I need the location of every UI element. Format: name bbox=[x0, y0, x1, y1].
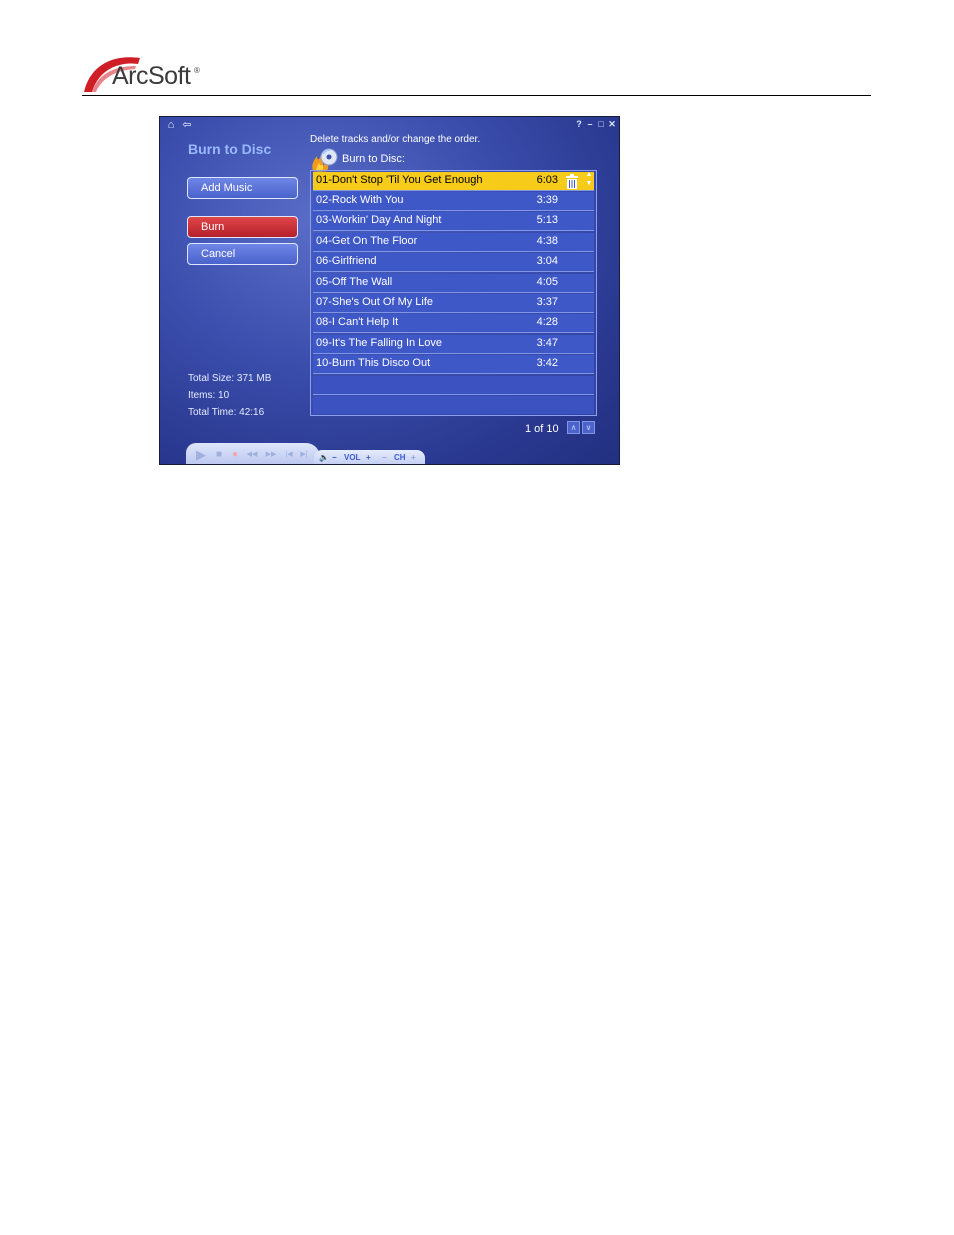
track-row[interactable]: 05-Off The Wall 4:05 bbox=[313, 274, 594, 293]
track-row[interactable]: 09-It's The Falling In Love 3:47 bbox=[313, 335, 594, 354]
total-time-text: Total Time: 42:16 bbox=[188, 407, 265, 418]
track-row-selected[interactable]: 01-Don't Stop 'Til You Get Enough 6:03 bbox=[313, 172, 594, 191]
items-count-text: Items: 10 bbox=[188, 390, 230, 401]
track-row[interactable]: 06-Girlfriend 3:04 bbox=[313, 253, 594, 272]
instruction-text: Delete tracks and/or change the order. bbox=[310, 134, 481, 145]
track-row[interactable]: 07-She's Out Of My Life 3:37 bbox=[313, 294, 594, 313]
track-row[interactable]: 03-Workin' Day And Night 5:13 bbox=[313, 212, 594, 231]
header-divider bbox=[82, 95, 871, 96]
track-name: 08-I Can't Help It bbox=[316, 316, 399, 328]
track-list: 01-Don't Stop 'Til You Get Enough 6:03 0… bbox=[310, 170, 597, 416]
track-time: 3:39 bbox=[536, 194, 558, 206]
track-name: 03-Workin' Day And Night bbox=[316, 214, 442, 226]
minimize-icon[interactable]: – bbox=[585, 118, 595, 130]
channel-down-button[interactable]: − bbox=[382, 452, 387, 464]
page-title: Burn to Disc bbox=[188, 141, 272, 157]
back-arrow-icon[interactable]: ⇦ bbox=[179, 118, 195, 132]
track-name: 06-Girlfriend bbox=[316, 255, 377, 267]
stop-icon[interactable]: ■ bbox=[214, 448, 224, 462]
track-name: 01-Don't Stop 'Til You Get Enough bbox=[316, 174, 483, 186]
volume-down-button[interactable]: − bbox=[332, 452, 337, 464]
track-time: 3:37 bbox=[536, 296, 558, 308]
record-icon[interactable]: ● bbox=[230, 448, 240, 462]
track-time: 3:47 bbox=[536, 337, 558, 349]
previous-track-icon[interactable]: |◀ bbox=[283, 448, 295, 462]
track-time: 6:03 bbox=[536, 174, 558, 186]
empty-row bbox=[313, 376, 594, 395]
trash-icon[interactable] bbox=[565, 174, 579, 189]
next-track-icon[interactable]: ▶| bbox=[298, 448, 310, 462]
home-icon[interactable]: ⌂ bbox=[163, 118, 179, 132]
page-up-button[interactable]: ∧ bbox=[567, 421, 580, 434]
burn-button[interactable]: Burn bbox=[187, 216, 298, 238]
maximize-icon[interactable]: □ bbox=[596, 118, 606, 130]
channel-up-button[interactable]: + bbox=[411, 452, 416, 464]
list-title: Burn to Disc: bbox=[342, 153, 405, 165]
play-icon[interactable]: ▶ bbox=[194, 448, 208, 462]
track-row[interactable]: 04-Get On The Floor 4:38 bbox=[313, 233, 594, 252]
total-size-text: Total Size: 371 MB bbox=[188, 373, 272, 384]
track-time: 3:04 bbox=[536, 255, 558, 267]
help-icon[interactable]: ? bbox=[574, 118, 584, 130]
empty-row bbox=[313, 396, 594, 414]
cancel-button[interactable]: Cancel bbox=[187, 243, 298, 265]
channel-label: CH bbox=[394, 453, 406, 462]
track-name: 05-Off The Wall bbox=[316, 276, 393, 288]
close-icon[interactable]: ✕ bbox=[607, 118, 617, 130]
track-time: 3:42 bbox=[536, 357, 558, 369]
track-time: 4:38 bbox=[536, 235, 558, 247]
arcsoft-logo: ArcSoft ® bbox=[82, 52, 212, 96]
track-time: 4:05 bbox=[536, 276, 558, 288]
volume-up-button[interactable]: + bbox=[366, 452, 371, 464]
move-down-icon[interactable]: ▼ bbox=[584, 180, 594, 188]
fast-forward-icon[interactable]: ▶▶ bbox=[264, 448, 278, 462]
volume-label: VOL bbox=[344, 453, 361, 462]
transport-bar: ▶ ■ ● ◀◀ ▶▶ |◀ ▶| 🔈 − VOL + − CH + bbox=[186, 443, 426, 464]
rewind-icon[interactable]: ◀◀ bbox=[245, 448, 259, 462]
registered-mark: ® bbox=[194, 66, 200, 75]
track-row[interactable]: 08-I Can't Help It 4:28 bbox=[313, 314, 594, 333]
track-name: 02-Rock With You bbox=[316, 194, 404, 206]
brand-name: ArcSoft bbox=[112, 62, 191, 90]
top-bar: ⌂ ⇦ ? – □ ✕ bbox=[160, 117, 619, 133]
burn-to-disc-window: ⌂ ⇦ ? – □ ✕ Burn to Disc Add Music Burn … bbox=[159, 116, 620, 465]
track-name: 10-Burn This Disco Out bbox=[316, 357, 431, 369]
track-time: 4:28 bbox=[536, 316, 558, 328]
page-down-button[interactable]: ∨ bbox=[582, 421, 595, 434]
track-name: 04-Get On The Floor bbox=[316, 235, 418, 247]
track-time: 5:13 bbox=[536, 214, 558, 226]
track-row[interactable]: 10-Burn This Disco Out 3:42 bbox=[313, 355, 594, 374]
track-row[interactable]: 02-Rock With You 3:39 bbox=[313, 192, 594, 211]
mute-icon[interactable]: 🔈 bbox=[319, 452, 329, 464]
track-name: 07-She's Out Of My Life bbox=[316, 296, 434, 308]
move-up-icon[interactable]: ▲ bbox=[584, 171, 594, 179]
page-indicator: 1 of 10 bbox=[525, 423, 559, 435]
add-music-button[interactable]: Add Music bbox=[187, 177, 298, 199]
track-name: 09-It's The Falling In Love bbox=[316, 337, 443, 349]
